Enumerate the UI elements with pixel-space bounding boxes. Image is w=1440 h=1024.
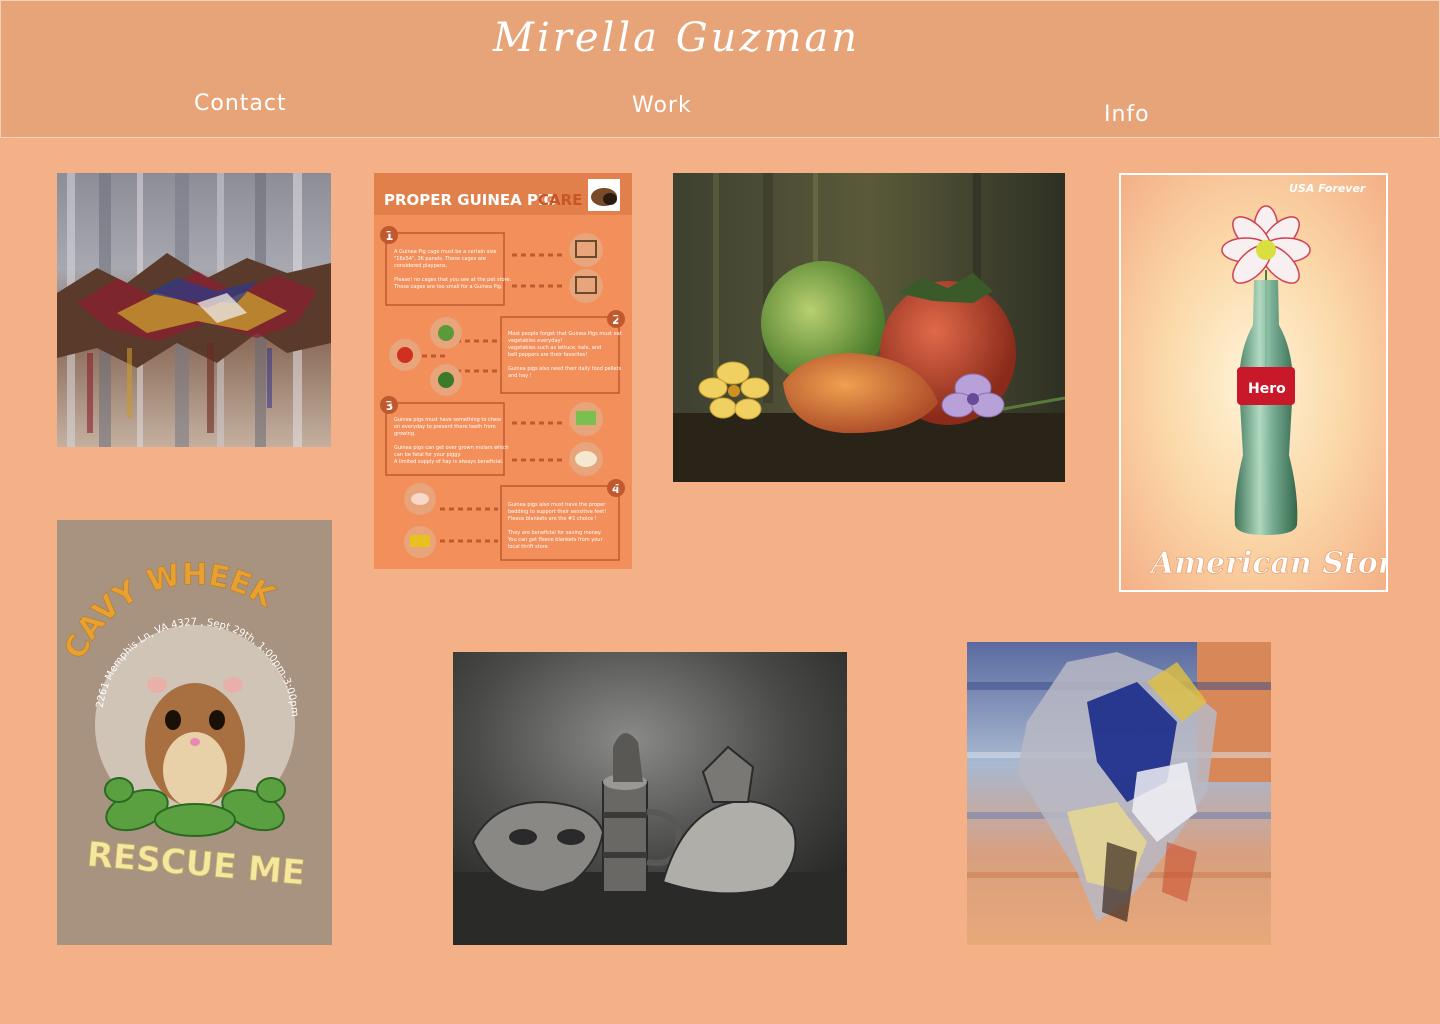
american-story-poster-image: USA Forever Hero American Story bbox=[1121, 175, 1386, 590]
step2-line: Most people forget that Guinea Pigs must… bbox=[508, 331, 622, 337]
step2-line: vegetables such as lettuce, kale, and bbox=[508, 345, 601, 351]
step1-line: "16x54", 36 panels. These cages are bbox=[394, 256, 486, 262]
artwork-guinea-pig-care-poster[interactable]: PROPER GUINEA PIG CARE 1 A Guinea Pig ca… bbox=[374, 173, 632, 569]
step1-line: Please! no cages that you see at the pet… bbox=[394, 277, 512, 283]
step3-line: can be fatal for your piggy. bbox=[394, 452, 462, 458]
fruit-still-life-image bbox=[673, 173, 1065, 482]
guinea-pig-care-poster-image: PROPER GUINEA PIG CARE 1 A Guinea Pig ca… bbox=[374, 173, 632, 569]
charcoal-still-life-image bbox=[453, 652, 847, 945]
step4-line: Guinea pigs also must have the proper bbox=[508, 502, 606, 508]
step4-line: Fleece blankets are the #1 choice ! bbox=[508, 516, 597, 522]
nav-info-link[interactable]: Info bbox=[1104, 102, 1150, 127]
artwork-cavy-wheek-poster[interactable]: CAVY WHEEK 2261 Memphis Ln, VA 4327 , Se… bbox=[57, 520, 332, 945]
artwork-abstract-painting-1[interactable] bbox=[57, 173, 331, 447]
step1-line: considered playpens. bbox=[394, 263, 448, 269]
step2-line: bell peppers are their favorites! bbox=[508, 352, 587, 358]
step4-line: local thrift store. bbox=[508, 544, 550, 550]
poster-title-part1: PROPER GUINEA PIG bbox=[384, 191, 556, 209]
artwork-charcoal-still-life[interactable] bbox=[453, 652, 847, 945]
step3-line: Guinea pigs can get over grown molars wh… bbox=[394, 445, 509, 451]
poster-caption: American Story bbox=[1148, 546, 1386, 581]
abstract-painting-2-image bbox=[967, 642, 1271, 945]
site-header: Mirella Guzman Contact Work Info bbox=[0, 0, 1440, 138]
poster-title-part2: CARE bbox=[538, 191, 582, 209]
step4-line: You can get fleece blankets from your bbox=[507, 537, 603, 543]
step3-line: Guinea pigs must have something to chew bbox=[394, 417, 501, 423]
nav-contact-link[interactable]: Contact bbox=[194, 91, 287, 116]
artwork-american-story-poster[interactable]: USA Forever Hero American Story bbox=[1119, 173, 1388, 592]
site-title: Mirella Guzman bbox=[493, 15, 861, 61]
step2-line: vegetables everyday! bbox=[508, 338, 562, 344]
nav-work-link[interactable]: Work bbox=[632, 93, 692, 118]
step3-line: A limited supply of hay is always benefi… bbox=[394, 459, 504, 465]
step2-line: Guinea pigs also need their daily food p… bbox=[508, 366, 622, 372]
bottle-label: Hero bbox=[1248, 381, 1286, 397]
step4-line: bedding to support their sensitive feet! bbox=[508, 509, 606, 515]
step4-line: They are beneficial for saving money. bbox=[507, 530, 602, 536]
step3-line: on everyday to prevent there teeth from bbox=[394, 424, 496, 430]
abstract-painting-1-image bbox=[57, 173, 331, 447]
artwork-abstract-painting-2[interactable] bbox=[967, 642, 1271, 945]
step3-line: growing. bbox=[394, 431, 416, 437]
step1-line: A Guinea Pig cage must be a certain size bbox=[394, 249, 497, 255]
step1-line: Those cages are too small for a Guinea P… bbox=[393, 284, 503, 290]
poster-tagline: USA Forever bbox=[1289, 182, 1366, 195]
artwork-fruit-still-life[interactable] bbox=[673, 173, 1065, 482]
cavy-wheek-poster-image: CAVY WHEEK 2261 Memphis Ln, VA 4327 , Se… bbox=[57, 520, 332, 945]
step2-line: and hay ! bbox=[508, 373, 532, 379]
